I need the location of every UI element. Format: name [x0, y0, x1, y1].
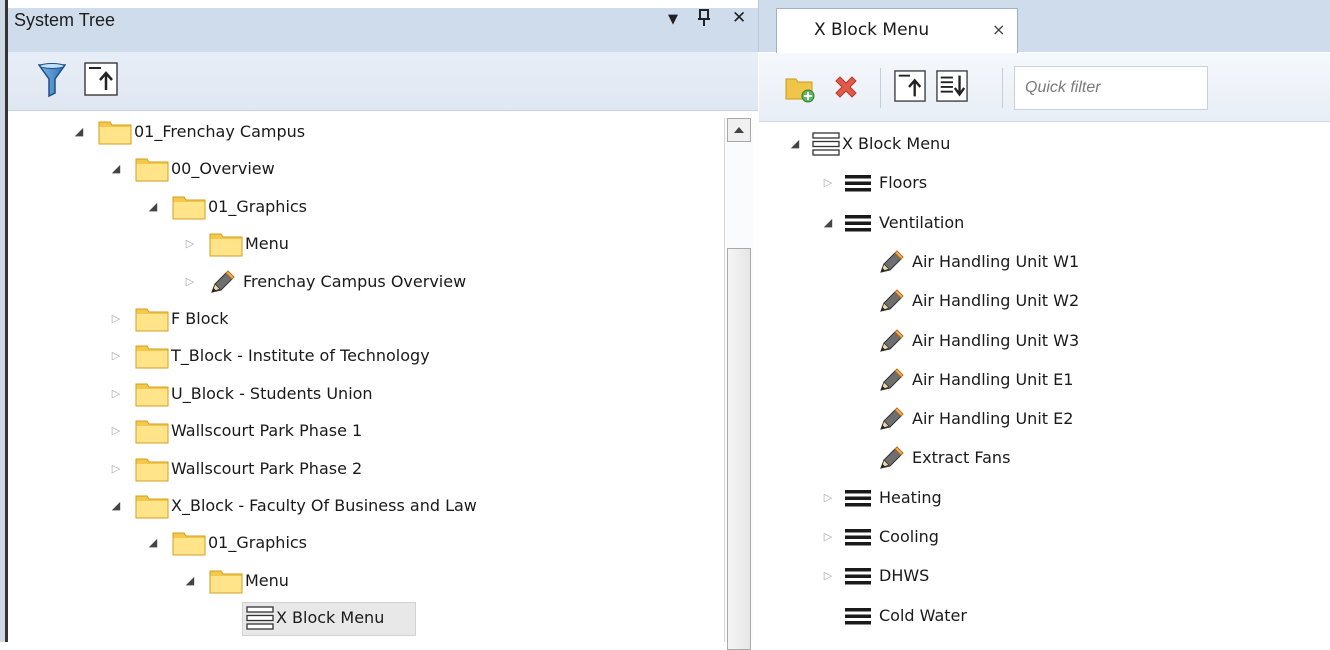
- graphic-pencil-icon: [878, 446, 904, 470]
- expand-arrow-icon[interactable]: ▷: [109, 302, 123, 336]
- vertical-scrollbar[interactable]: [724, 118, 753, 650]
- panel-title: System Tree: [14, 10, 116, 30]
- tree-item-label: X_Block - Faculty Of Business and Law: [171, 496, 477, 515]
- tree-item-label: Wallscourt Park Phase 2: [171, 458, 363, 478]
- expand-all-icon[interactable]: [936, 70, 968, 102]
- collapse-all-icon[interactable]: [84, 62, 118, 96]
- close-panel-button[interactable]: ✕: [732, 8, 746, 28]
- collapse-arrow-icon[interactable]: ◢: [146, 190, 160, 224]
- expand-arrow-icon[interactable]: ▷: [183, 265, 197, 299]
- graphic-pencil-icon: [878, 407, 904, 431]
- tree-item-label: Cold Water: [879, 605, 967, 625]
- menu-icon: [845, 173, 871, 193]
- expand-arrow-icon[interactable]: ▷: [109, 414, 123, 448]
- graphic-pencil-icon: [878, 368, 904, 392]
- tree-item-label: X Block Menu: [842, 134, 951, 153]
- expand-arrow-icon[interactable]: ▷: [821, 559, 835, 593]
- tab-label: X Block Menu: [814, 20, 930, 40]
- tree-item-label: Extract Fans: [912, 448, 1011, 468]
- collapse-all-icon[interactable]: [894, 70, 926, 102]
- quick-filter-input[interactable]: [1014, 66, 1208, 110]
- tree-item-label: Air Handling Unit W2: [912, 291, 1080, 311]
- funnel-icon[interactable]: [38, 62, 66, 98]
- tree-item-label: T_Block - Institute of Technology: [171, 346, 430, 366]
- menu-icon: [845, 566, 871, 586]
- tree-item-label: F Block: [171, 309, 229, 328]
- tree-item-label: Floors: [879, 173, 928, 193]
- folder-icon: [209, 231, 243, 257]
- system-tree-toolbar: [8, 52, 758, 111]
- tree-item-label: Wallscourt Park Phase 1: [171, 421, 363, 441]
- tree-item-label: 00_Overview: [171, 159, 275, 179]
- folder-icon: [98, 119, 132, 145]
- tree-item-label: 01_Frenchay Campus: [134, 122, 306, 141]
- menu-outline-icon: [812, 132, 840, 156]
- folder-icon: [135, 418, 169, 444]
- folder-icon: [209, 568, 243, 594]
- window-edge: [0, 0, 8, 642]
- delete-icon[interactable]: [830, 72, 862, 104]
- collapse-arrow-icon[interactable]: ◢: [72, 115, 86, 149]
- expand-arrow-icon[interactable]: ▷: [109, 377, 123, 411]
- expand-arrow-icon[interactable]: ▷: [821, 481, 835, 515]
- collapse-arrow-icon[interactable]: ◢: [146, 526, 160, 560]
- scroll-up-button[interactable]: [727, 118, 751, 142]
- add-folder-icon[interactable]: [784, 72, 816, 104]
- panel-dropdown-icon[interactable]: ▼: [668, 12, 678, 27]
- menu-outline-icon: [246, 606, 274, 630]
- tree-item-label: Air Handling Unit E1: [912, 369, 1074, 389]
- expand-arrow-icon[interactable]: ▷: [183, 227, 197, 261]
- folder-icon: [172, 194, 206, 220]
- graphic-pencil-icon: [209, 269, 235, 294]
- folder-icon: [135, 493, 169, 519]
- tree-item-label: X Block Menu: [276, 608, 385, 628]
- tree-item-label: Frenchay Campus Overview: [243, 271, 467, 291]
- pin-icon[interactable]: [697, 8, 711, 28]
- tree-item-label: Heating: [879, 487, 942, 507]
- tab-close-button[interactable]: ×: [992, 20, 1005, 39]
- expand-arrow-icon[interactable]: ▷: [109, 339, 123, 373]
- tree-item-label: Air Handling Unit W3: [912, 330, 1080, 350]
- collapse-arrow-icon[interactable]: ◢: [109, 152, 123, 186]
- tree-item-label: Air Handling Unit W1: [912, 251, 1080, 271]
- folder-icon: [135, 456, 169, 482]
- graphic-pencil-icon: [878, 328, 904, 353]
- tree-item-label: Menu: [245, 570, 289, 590]
- collapse-arrow-icon[interactable]: ◢: [183, 564, 197, 598]
- tree-item-label: 01_Graphics: [208, 533, 308, 553]
- expand-arrow-icon[interactable]: ▷: [821, 166, 835, 200]
- collapse-arrow-icon[interactable]: ◢: [109, 489, 123, 523]
- tree-item-label: DHWS: [879, 566, 930, 586]
- graphic-pencil-icon: [878, 289, 904, 313]
- tree-item-label: Cooling: [879, 527, 939, 546]
- folder-icon: [135, 306, 169, 332]
- menu-icon: [845, 606, 871, 626]
- folder-icon: [135, 343, 169, 369]
- menu-icon: [845, 488, 871, 508]
- menu-icon: [845, 527, 871, 547]
- tree-item-label: Ventilation: [879, 212, 965, 232]
- scroll-thumb[interactable]: [727, 248, 751, 650]
- tree-item-label: 01_Graphics: [208, 196, 308, 216]
- tree-item-label: Menu: [245, 234, 289, 254]
- folder-icon: [172, 530, 206, 556]
- folder-icon: [135, 381, 169, 407]
- folder-icon: [135, 156, 169, 182]
- menu-icon: [845, 213, 871, 233]
- graphic-pencil-icon: [878, 250, 904, 274]
- system-tree-header: [8, 8, 758, 53]
- expand-arrow-icon[interactable]: ▷: [109, 452, 123, 486]
- tree-item-label: U_Block - Students Union: [171, 383, 373, 403]
- tree-item-label: Air Handling Unit E2: [912, 409, 1074, 429]
- collapse-arrow-icon[interactable]: ◢: [788, 127, 802, 161]
- expand-arrow-icon[interactable]: ▷: [821, 520, 835, 554]
- collapse-arrow-icon[interactable]: ◢: [821, 206, 835, 240]
